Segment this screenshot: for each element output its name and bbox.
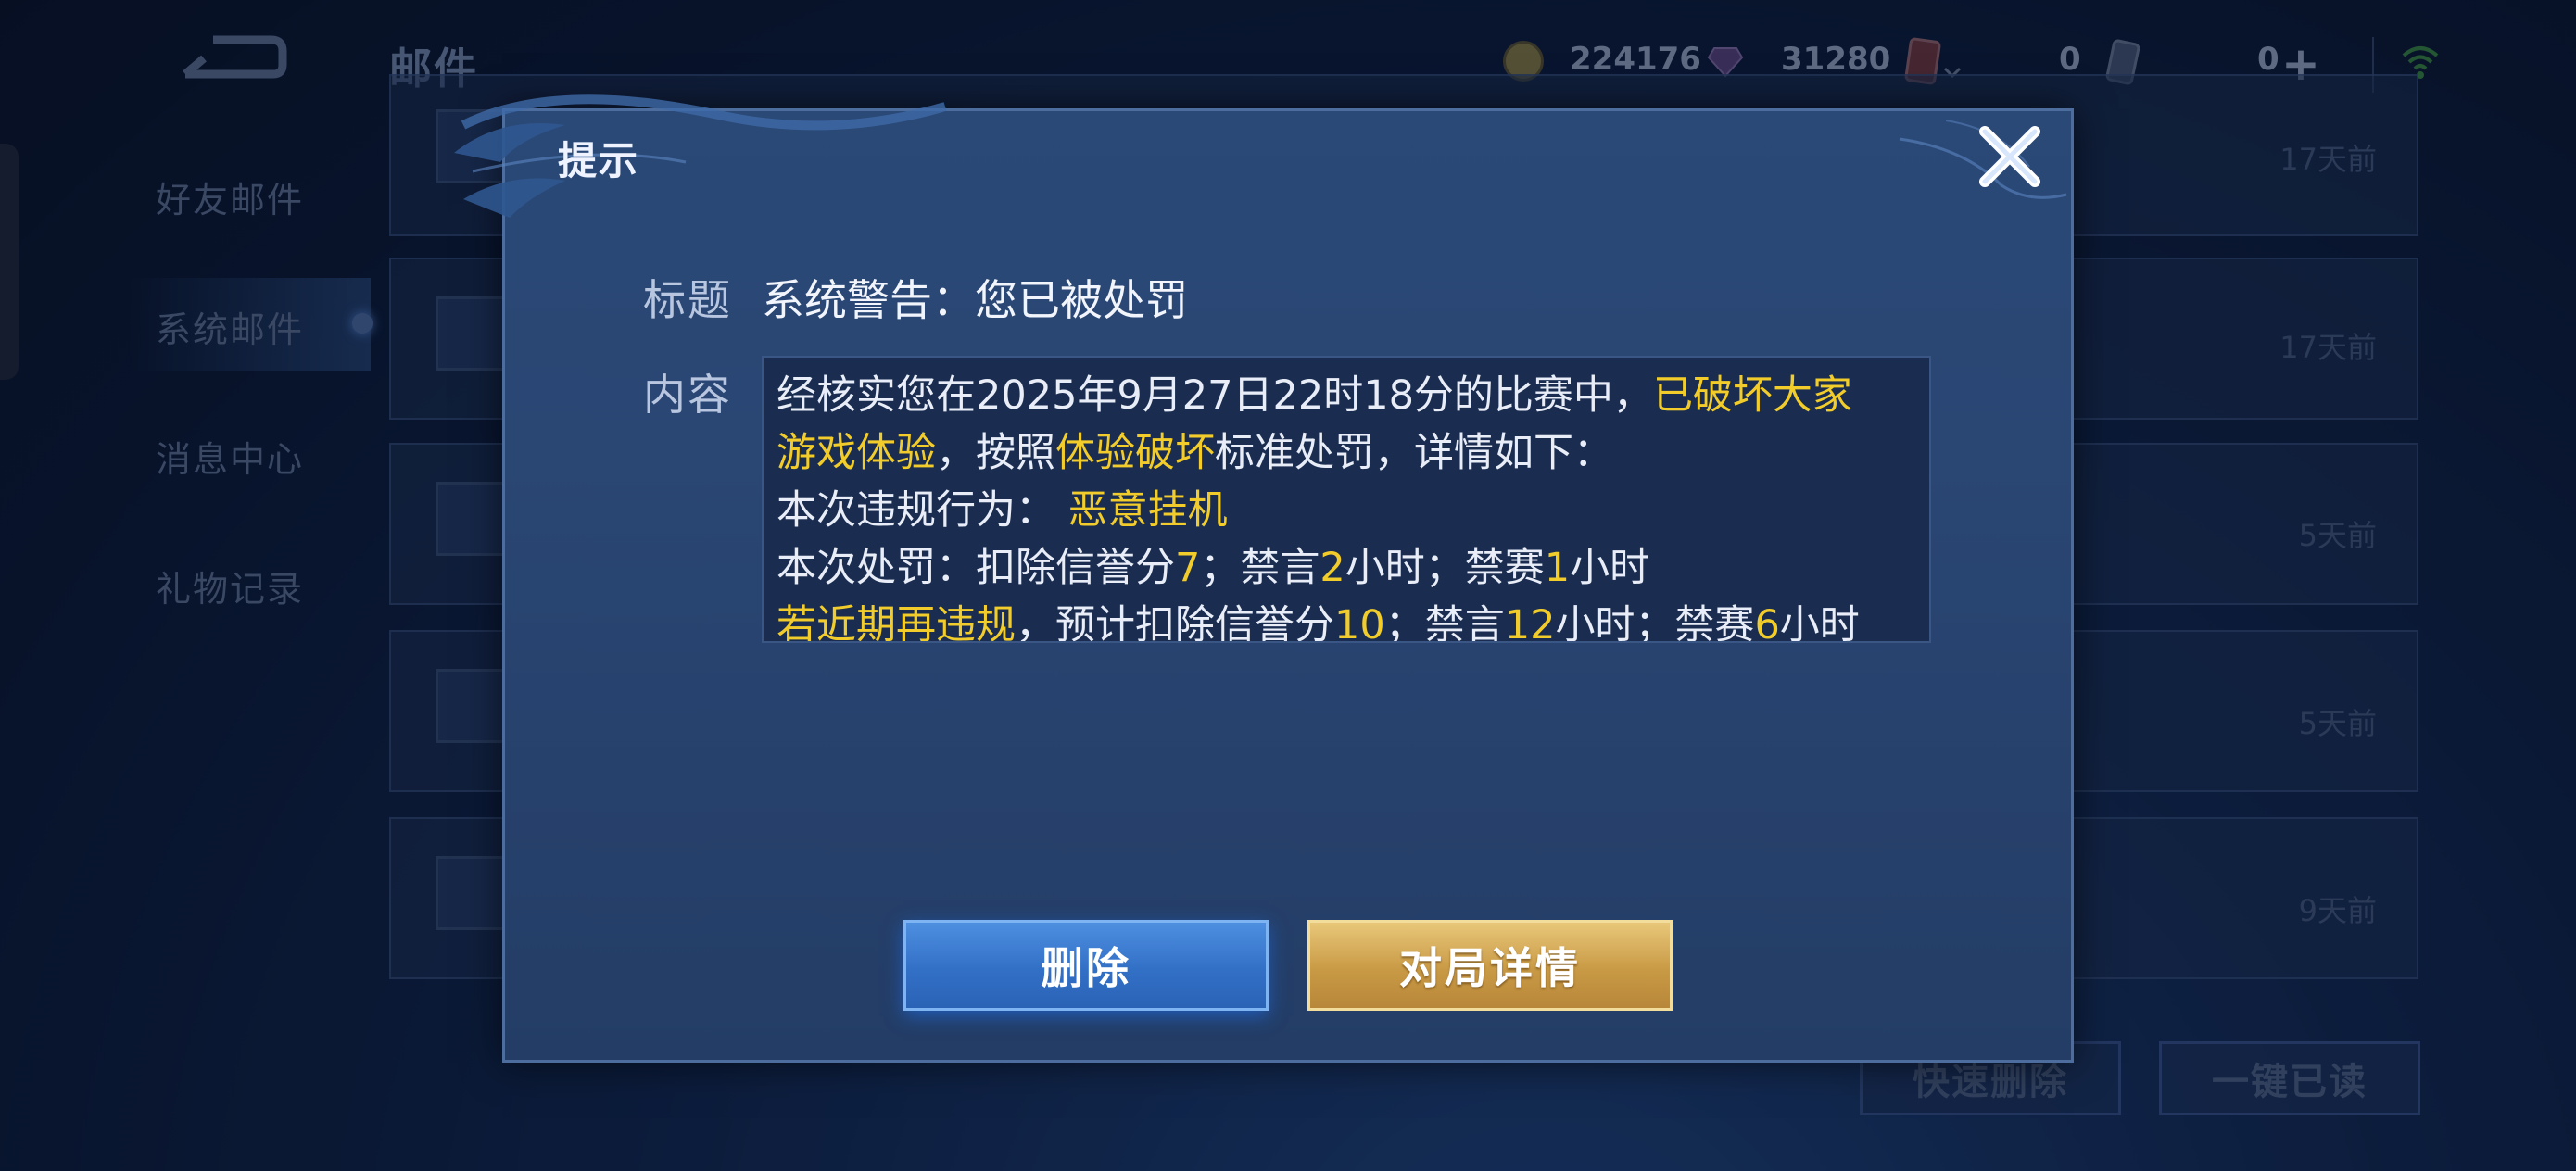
delete-button-label: 删除	[1041, 943, 1131, 993]
content-line: 本次处罚：扣除信誉分7；禁言2小时；禁赛1小时	[777, 545, 1650, 591]
match-details-button-label: 对局详情	[1399, 943, 1581, 993]
title-label: 标题	[643, 275, 732, 325]
mail-title-value: 系统警告：您已被处罚	[762, 275, 1188, 325]
content-text: 经核实您在2025年9月27日22时18分的比赛中，已破坏大家 游戏体验，按照体…	[777, 367, 1926, 643]
content-line: 若近期再违规，预计扣除信誉分10；禁言12小时；禁赛6小时	[777, 602, 1860, 643]
content-line: 本次违规行为： 恶意挂机	[777, 487, 1228, 534]
content-scroll-area[interactable]: 经核实您在2025年9月27日22时18分的比赛中，已破坏大家 游戏体验，按照体…	[762, 356, 1931, 643]
delete-button[interactable]: 删除	[903, 920, 1269, 1011]
cloud-ornament	[454, 94, 947, 218]
content-line: 游戏体验，按照体验破坏标准处罚，详情如下：	[777, 430, 1613, 476]
content-line: 经核实您在2025年9月27日22时18分的比赛中，已破坏大家	[777, 372, 1852, 419]
match-details-button[interactable]: 对局详情	[1307, 920, 1673, 1011]
content-label: 内容	[643, 370, 732, 420]
close-icon[interactable]	[1972, 119, 2048, 195]
dialog-header: 提示	[558, 138, 640, 183]
